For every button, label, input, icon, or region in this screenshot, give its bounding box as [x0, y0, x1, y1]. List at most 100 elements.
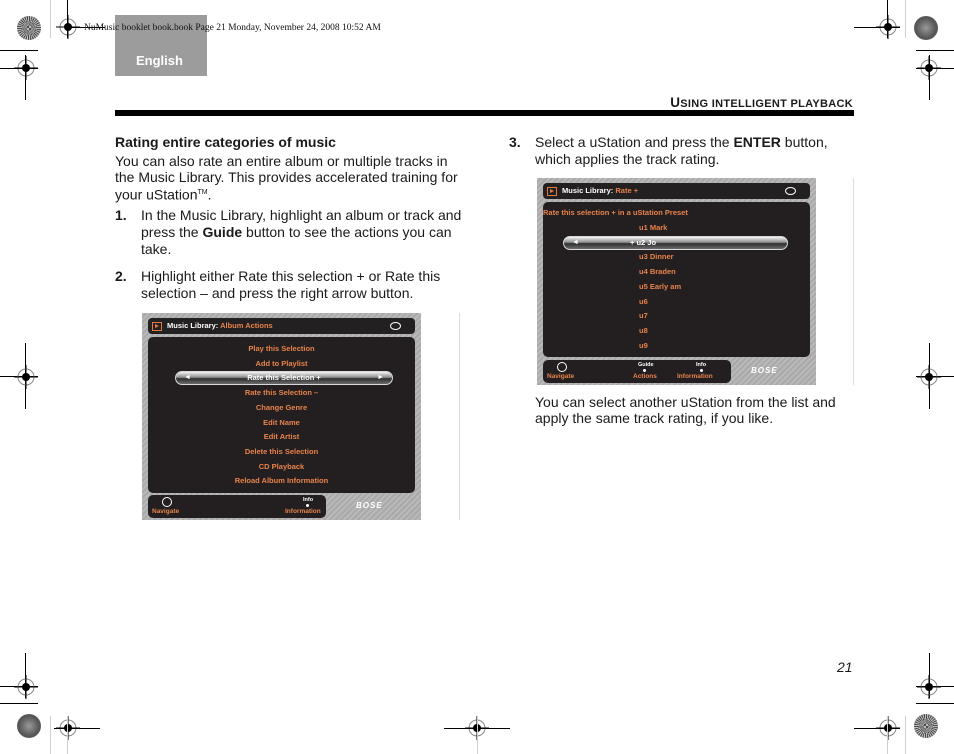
- header-rule: [115, 110, 854, 116]
- crop-line: [929, 55, 930, 100]
- screen-title-bar: Music Library: Rate +: [543, 183, 810, 199]
- menu-item[interactable]: CD Playback: [148, 462, 415, 471]
- crop-line: [54, 728, 100, 729]
- menu-item[interactable]: Rate this Selection –: [148, 388, 415, 397]
- preset-item[interactable]: u5 Early am: [639, 282, 810, 291]
- crop-line: [67, 0, 68, 38]
- crop-line: [905, 716, 906, 754]
- screen-title-label: Music Library:: [167, 321, 221, 330]
- crop-line: [25, 55, 26, 100]
- intro-paragraph: You can also rate an entire album or mul…: [115, 153, 465, 203]
- step-text: Select a uStation and press the ENTER bu…: [535, 134, 855, 168]
- column-divider: [853, 178, 854, 385]
- preset-menu: Rate this selection + in a uStation Pres…: [543, 202, 810, 357]
- tv-screen-rate-plus: Music Library: Rate + Rate this selectio…: [537, 178, 816, 385]
- preset-item[interactable]: u9: [639, 341, 810, 350]
- crop-line: [887, 0, 888, 38]
- navigate-icon: [557, 362, 567, 372]
- arrow-right-icon: ►: [377, 374, 384, 382]
- info-key: Info: [696, 362, 707, 368]
- registration-mark-icon: [917, 675, 941, 699]
- language-tab-label: English: [136, 53, 183, 68]
- preset-label: + u2 Jo: [630, 237, 657, 247]
- tv-screen-album-actions: Music Library: Album Actions Play this S…: [142, 313, 421, 520]
- play-icon: [547, 187, 557, 196]
- guide-key: Guide: [638, 362, 654, 368]
- print-slug: NuMusic booklet book.book Page 21 Monday…: [84, 23, 381, 33]
- crop-line: [0, 68, 38, 69]
- menu-item[interactable]: Change Genre: [148, 403, 415, 412]
- screen-title-bar: Music Library: Album Actions: [148, 318, 415, 334]
- screen-title-label: Music Library:: [562, 186, 616, 195]
- menu-item[interactable]: Edit Name: [148, 418, 415, 427]
- crop-line: [854, 728, 900, 729]
- crop-line: [916, 703, 954, 704]
- registration-mark-icon: [14, 675, 38, 699]
- screen-title-value: Album Actions: [220, 321, 273, 330]
- key-dot: [643, 369, 646, 372]
- menu-item[interactable]: Play this Selection: [148, 344, 415, 353]
- menu-item-label: Rate this Selection +: [247, 373, 321, 383]
- step-number: 1.: [115, 207, 127, 223]
- key-dot: [306, 504, 309, 507]
- chapter-title-rest: SING INTELLIGENT PLAYBACK: [680, 98, 853, 110]
- step-text-bold: ENTER: [733, 134, 781, 150]
- crop-line: [916, 50, 954, 51]
- crop-line: [67, 716, 68, 754]
- closing-paragraph: You can select another uStation from the…: [535, 394, 836, 426]
- crop-line: [905, 0, 906, 38]
- actions-label: Actions: [633, 373, 657, 380]
- navigate-icon: [162, 497, 172, 507]
- step-number: 3.: [509, 134, 521, 150]
- step-text: Highlight either Rate this selection + o…: [141, 268, 441, 301]
- chapter-title-initial: U: [670, 95, 681, 110]
- arrow-left-icon: ◄: [572, 238, 579, 246]
- preset-menu-heading: Rate this selection + in a uStation Pres…: [543, 208, 688, 217]
- step-text-part: Select a uStation and press the: [535, 134, 734, 150]
- registration-disc-top-left: [17, 16, 41, 40]
- section-heading: Rating entire categories of music: [115, 134, 336, 150]
- bose-logo: BOSE: [751, 366, 778, 375]
- preset-item[interactable]: u8: [639, 326, 810, 335]
- crop-line: [916, 68, 954, 69]
- preset-item[interactable]: u4 Braden: [639, 267, 810, 276]
- screen-title: Music Library: Rate +: [562, 183, 638, 199]
- intro-end: .: [207, 186, 212, 203]
- screen-title-value: Rate +: [615, 186, 639, 195]
- power-icon: [390, 322, 401, 330]
- preset-item-selected[interactable]: ◄ + u2 Jo: [563, 235, 788, 250]
- screen-footer: Navigate Info Information: [148, 495, 326, 518]
- intro-text: You can also rate an entire album or mul…: [115, 153, 458, 203]
- screen-title: Music Library: Album Actions: [167, 318, 273, 334]
- menu-item[interactable]: Add to Playlist: [148, 359, 415, 368]
- registration-mark-icon: [14, 365, 38, 389]
- menu-item-selected[interactable]: ◄ Rate this Selection + ►: [175, 371, 393, 386]
- page-number: 21: [837, 659, 853, 675]
- bose-logo: BOSE: [356, 501, 383, 510]
- menu-item[interactable]: Reload Album Information: [148, 476, 415, 485]
- information-label: Information: [285, 508, 321, 515]
- crop-line: [50, 716, 51, 754]
- column-divider: [459, 313, 460, 520]
- actions-menu: Play this Selection Add to Playlist ◄ Rate …: [148, 337, 415, 493]
- menu-item[interactable]: Edit Artist: [148, 432, 415, 441]
- chapter-title: USING INTELLIGENT PLAYBACK: [670, 95, 853, 110]
- preset-item[interactable]: u7: [639, 311, 810, 320]
- crop-line: [477, 716, 478, 754]
- crop-line: [887, 716, 888, 754]
- registration-mark-icon: [917, 365, 941, 389]
- navigate-label: Navigate: [547, 373, 575, 380]
- play-icon: [152, 322, 162, 331]
- trademark: TM: [197, 189, 208, 196]
- preset-item[interactable]: u3 Dinner: [639, 252, 810, 261]
- preset-item[interactable]: u6: [639, 297, 810, 306]
- key-dot: [700, 369, 703, 372]
- information-label: Information: [677, 373, 713, 380]
- registration-disc-bottom-right: [914, 714, 938, 738]
- navigate-label: Navigate: [152, 508, 180, 515]
- preset-item[interactable]: u1 Mark: [639, 223, 810, 232]
- menu-item[interactable]: Delete this Selection: [148, 447, 415, 456]
- arrow-left-icon: ◄: [184, 374, 191, 382]
- step-text: In the Music Library, highlight an album…: [141, 207, 463, 258]
- registration-disc-top-right: [914, 16, 938, 40]
